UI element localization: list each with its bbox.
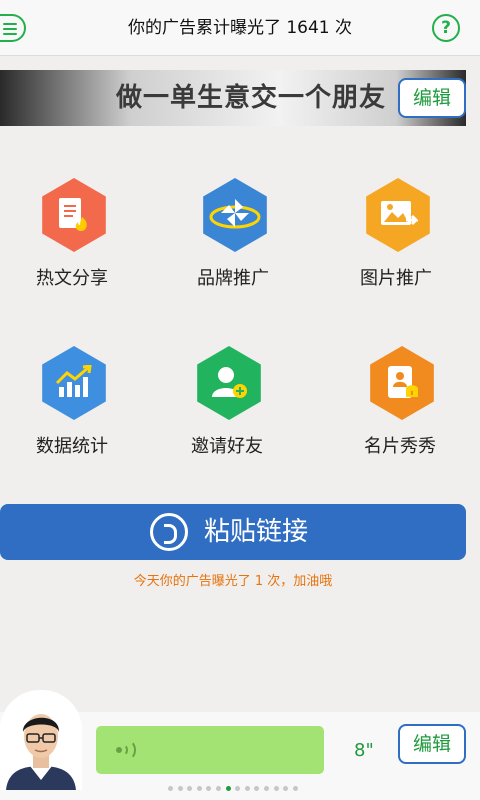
help-icon[interactable]: ? bbox=[432, 14, 460, 42]
slogan-banner: 做一单生意交一个朋友 编辑 bbox=[0, 70, 466, 126]
voice-duration: 8" bbox=[354, 740, 374, 761]
chart-icon bbox=[42, 346, 106, 420]
grid-item-hot-article[interactable]: 热文分享 bbox=[2, 178, 142, 298]
picture-icon bbox=[366, 178, 430, 252]
top-bar: 你的广告累计曝光了 1641 次 ? bbox=[0, 0, 480, 56]
grid-label-picture-promotion: 图片推广 bbox=[360, 268, 432, 289]
page-dot bbox=[273, 786, 279, 791]
paste-link-button[interactable]: 粘贴链接 bbox=[0, 504, 466, 560]
pinwheel-icon bbox=[203, 178, 267, 252]
page-dot bbox=[283, 786, 289, 791]
grid-label-invite-friends: 邀请好友 bbox=[191, 436, 263, 457]
page-dot bbox=[244, 786, 250, 791]
business-card-icon bbox=[370, 346, 434, 420]
page-dot bbox=[235, 786, 241, 791]
page-dot bbox=[254, 786, 260, 791]
page-dot bbox=[292, 786, 298, 791]
invite-user-icon bbox=[197, 346, 261, 420]
page-dot bbox=[187, 786, 193, 791]
user-photo bbox=[0, 690, 82, 790]
page-dot bbox=[264, 786, 270, 791]
grid-item-statistics[interactable]: 数据统计 bbox=[2, 346, 142, 466]
page-dot bbox=[206, 786, 212, 791]
page-dot bbox=[177, 786, 183, 791]
grid-label-business-card: 名片秀秀 bbox=[364, 436, 436, 457]
grid-label-statistics: 数据统计 bbox=[36, 436, 108, 457]
voice-message-bar[interactable] bbox=[96, 726, 324, 774]
bottom-edit-button[interactable]: 编辑 bbox=[398, 724, 466, 764]
grid-label-hot-article: 热文分享 bbox=[36, 268, 108, 289]
page-dot bbox=[168, 786, 173, 791]
page-dot-active bbox=[225, 786, 231, 791]
grid-item-invite-friends[interactable]: 邀请好友 bbox=[157, 346, 297, 466]
page-indicator bbox=[168, 786, 298, 792]
page-dot bbox=[216, 786, 222, 791]
grid-item-picture-promotion[interactable]: 图片推广 bbox=[326, 178, 466, 298]
banner-edit-button[interactable]: 编辑 bbox=[398, 78, 466, 118]
grid-label-brand-promotion: 品牌推广 bbox=[197, 268, 269, 289]
avatar[interactable] bbox=[0, 690, 82, 790]
paste-link-label: 粘贴链接 bbox=[204, 517, 309, 547]
menu-icon[interactable] bbox=[0, 14, 26, 42]
slogan-text: 做一单生意交一个朋友 bbox=[115, 83, 386, 113]
daily-exposure-tip: 今天你的广告曝光了 1 次，加油哦 bbox=[133, 574, 333, 589]
grid-item-brand-promotion[interactable]: 品牌推广 bbox=[163, 178, 303, 298]
page-dot bbox=[196, 786, 202, 791]
voice-wave-icon bbox=[116, 740, 138, 760]
refresh-arrow-icon bbox=[150, 513, 188, 551]
exposure-count-title: 你的广告累计曝光了 1641 次 bbox=[127, 18, 353, 38]
hot-article-icon bbox=[42, 178, 106, 252]
grid-item-business-card[interactable]: 名片秀秀 bbox=[330, 346, 470, 466]
